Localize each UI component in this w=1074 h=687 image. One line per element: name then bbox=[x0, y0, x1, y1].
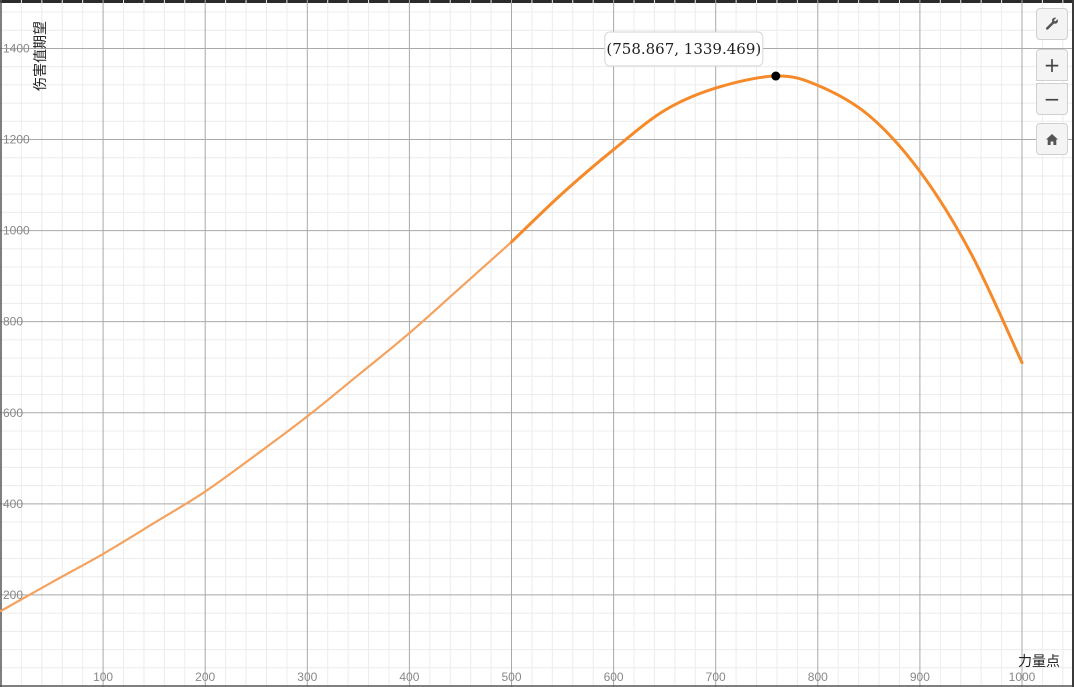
x-tick-labels: 100 200 300 400 500 600 700 800 900 1000 bbox=[93, 670, 1036, 684]
point-tooltip-label: (758.867, 1339.469) bbox=[606, 40, 761, 58]
x-tick-label: 1000 bbox=[1009, 670, 1036, 684]
y-tick-label: 600 bbox=[3, 406, 23, 420]
minus-icon: − bbox=[1043, 87, 1061, 111]
x-tick-label: 400 bbox=[399, 670, 419, 684]
x-tick-label: 900 bbox=[910, 670, 930, 684]
x-axis-title: 力量点 bbox=[1018, 654, 1060, 670]
x-tick-label: 300 bbox=[297, 670, 317, 684]
wrench-icon bbox=[1045, 17, 1058, 30]
series-line bbox=[510, 74, 1024, 365]
x-tick-label: 700 bbox=[706, 670, 726, 684]
y-tick-label: 1000 bbox=[3, 224, 30, 238]
series-line bbox=[0, 240, 513, 612]
y-tick-label: 400 bbox=[3, 497, 23, 511]
y-axis-title: 伤害值期望 bbox=[33, 21, 49, 91]
x-tick-label: 800 bbox=[808, 670, 828, 684]
graph-canvas[interactable]: 100 200 300 400 500 600 700 800 900 1000 200 400 60… bbox=[0, 0, 1074, 687]
y-tick-label: 800 bbox=[3, 315, 23, 329]
y-tick-label: 1400 bbox=[3, 41, 30, 55]
minor-grid bbox=[0, 0, 1074, 687]
x-tick-label: 100 bbox=[93, 670, 113, 684]
default-viewport-button[interactable] bbox=[1036, 123, 1068, 155]
x-tick-label: 600 bbox=[604, 670, 624, 684]
graph-settings-button[interactable] bbox=[1036, 8, 1068, 40]
zoom-out-button[interactable]: − bbox=[1036, 83, 1068, 115]
x-tick-label: 200 bbox=[195, 670, 215, 684]
plus-icon: + bbox=[1043, 53, 1061, 77]
y-tick-label: 1200 bbox=[3, 133, 30, 147]
zoom-in-button[interactable]: + bbox=[1036, 49, 1068, 81]
max-point-group[interactable]: (758.867, 1339.469) bbox=[604, 31, 781, 81]
max-point[interactable] bbox=[771, 71, 781, 81]
home-icon bbox=[1046, 133, 1058, 145]
x-tick-label: 500 bbox=[501, 670, 521, 684]
